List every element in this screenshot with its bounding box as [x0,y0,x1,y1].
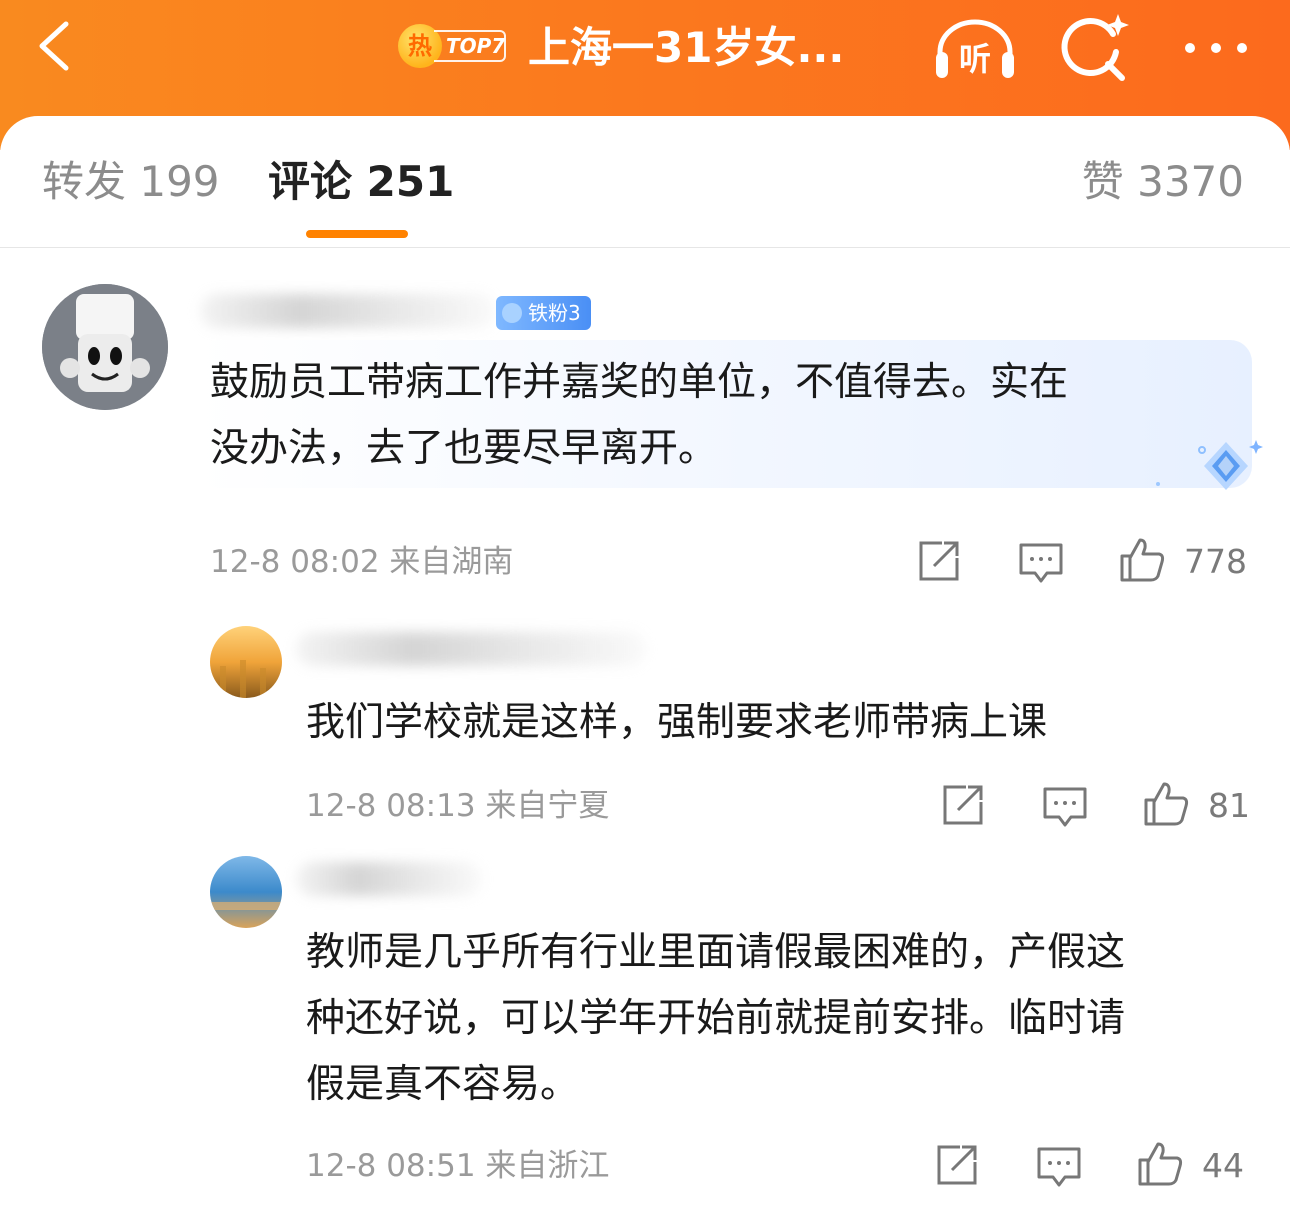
like-icon[interactable] [1118,536,1166,584]
share-icon[interactable] [916,538,962,584]
comment-text: 鼓励员工带病工作并嘉奖的单位，不值得去。实在 没办法，去了也要尽早离开。 [210,350,1220,482]
like-count: 778 [1184,542,1247,581]
like-icon[interactable] [1142,780,1190,828]
listen-label: 听 [959,40,991,78]
back-button[interactable] [26,14,90,78]
comment-meta: 12-8 08:13 来自宁夏 [306,788,610,824]
username-blurred[interactable] [296,632,646,666]
hot-rank-badge[interactable]: 热 TOP7 [398,24,510,68]
active-tab-indicator [306,230,408,238]
avatar[interactable] [210,626,282,698]
share-icon[interactable] [934,1142,980,1188]
comment-line: 鼓励员工带病工作并嘉奖的单位，不值得去。实在 [210,360,1069,405]
reply-icon[interactable] [1036,1144,1082,1190]
chevron-left-icon [39,21,69,71]
comment-text: 我们学校就是这样，强制要求老师带病上课 [306,690,1246,756]
avatar-image [210,856,282,928]
comment-text: 教师是几乎所有行业里面请假最困难的，产假这 种还好说，可以学年开始前就提前安排。… [306,920,1266,1118]
fan-badge-label: 铁粉3 [528,301,581,325]
tabs-divider [0,247,1290,248]
tab-likes[interactable]: 赞 3370 [1082,152,1244,212]
comment-line: 假是真不容易。 [306,1062,580,1107]
comment-line: 没办法，去了也要尽早离开。 [210,426,718,471]
tab-bar: 转发 199 评论 251 赞 3370 [0,116,1290,248]
avatar-image [210,626,282,698]
username-blurred[interactable] [296,862,482,896]
comment-line: 种还好说，可以学年开始前就提前安排。临时请 [306,996,1126,1041]
avatar[interactable] [210,856,282,928]
reply-icon[interactable] [1042,784,1088,830]
reply-icon[interactable] [1018,540,1064,586]
like-count: 44 [1202,1146,1244,1185]
tab-comments[interactable]: 评论 251 [268,152,454,212]
hot-rank-label: TOP7 [434,30,506,62]
search-button[interactable] [1058,12,1134,84]
fan-level-badge[interactable]: 铁粉3 [496,296,591,330]
comment-line: 教师是几乎所有行业里面请假最困难的，产假这 [306,930,1126,975]
more-button[interactable] [1180,28,1252,68]
like-count: 81 [1208,786,1250,825]
avatar[interactable] [42,284,168,410]
comment-line: 我们学校就是这样，强制要求老师带病上课 [306,700,1048,745]
username-blurred[interactable] [200,294,496,328]
fan-badge-icon [502,303,522,323]
listen-button[interactable]: 听 [930,14,1020,84]
page-title: 上海一31岁女... [528,23,845,72]
comment-meta: 12-8 08:51 来自浙江 [306,1148,610,1184]
tab-repost[interactable]: 转发 199 [42,152,220,212]
headphones-icon: 听 [936,19,1014,78]
avatar-image [42,284,168,410]
share-icon[interactable] [940,782,986,828]
like-icon[interactable] [1136,1140,1184,1188]
more-dots-icon [1185,43,1247,53]
search-icon [1061,14,1129,81]
comment-meta: 12-8 08:02 来自湖南 [210,544,514,580]
